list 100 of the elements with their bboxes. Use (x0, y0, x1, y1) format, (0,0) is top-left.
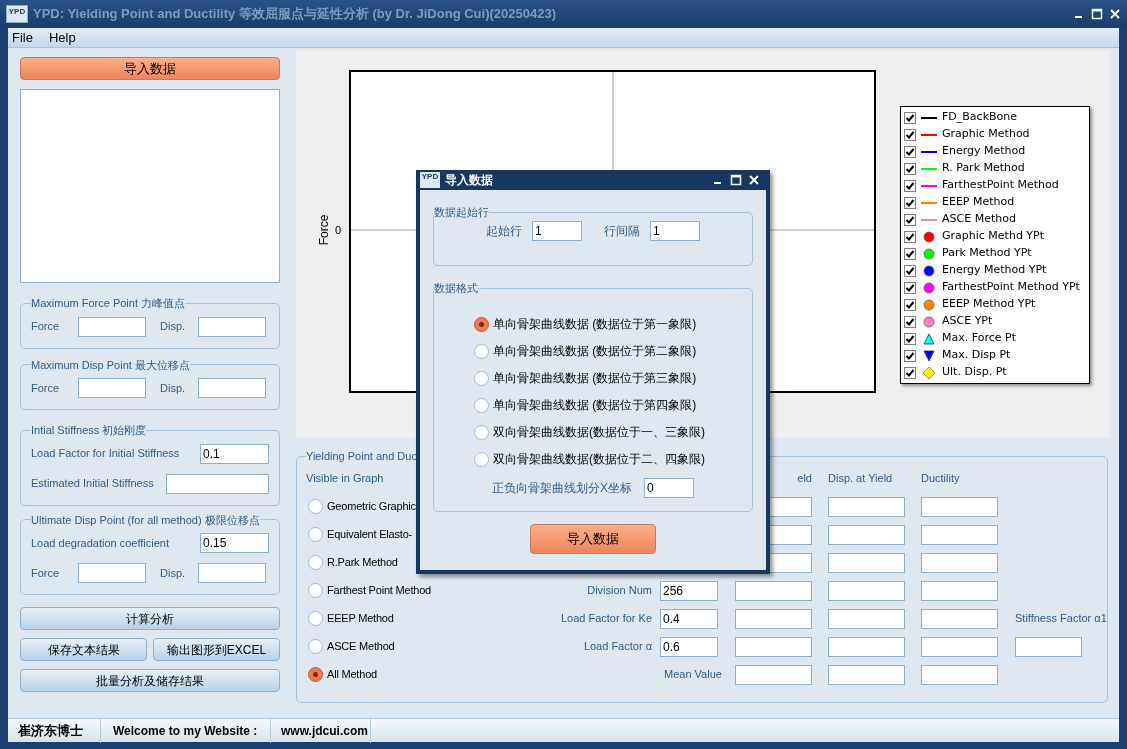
input-field[interactable] (735, 580, 812, 601)
option-label[interactable]: 单向骨架曲线数据 (数据位于第二象限) (493, 342, 697, 360)
group-title: Maximum Disp Point 最大位移点 (31, 357, 190, 373)
input-field[interactable] (921, 552, 998, 573)
field-label: Disp. (160, 380, 187, 396)
input-field[interactable] (735, 664, 812, 685)
input-field[interactable]: 1 (532, 220, 582, 241)
checkbox[interactable] (904, 196, 916, 209)
input-field[interactable] (828, 664, 905, 685)
option-label[interactable]: ASCE Method (327, 638, 395, 655)
input-field[interactable]: 1 (650, 220, 700, 241)
radio-button[interactable] (308, 527, 323, 542)
checkbox[interactable] (904, 162, 916, 175)
input-field[interactable] (198, 378, 266, 398)
menu-item[interactable]: Help (48, 27, 76, 48)
radio-button[interactable] (474, 424, 489, 440)
option-label[interactable]: Geometric Graphic (327, 498, 416, 515)
input-field[interactable] (78, 316, 146, 337)
radio-button[interactable] (474, 343, 489, 359)
checkbox[interactable] (904, 349, 916, 362)
option-label[interactable]: Equivalent Elasto- (327, 526, 413, 543)
radio-button[interactable] (474, 370, 489, 386)
radio-button[interactable] (308, 611, 323, 626)
input-field[interactable]: 0.15 (200, 533, 269, 553)
close-icon[interactable] (1109, 8, 1121, 20)
checkbox[interactable] (904, 247, 916, 260)
radio-button[interactable] (308, 583, 323, 598)
input-field[interactable] (828, 608, 905, 629)
input-field[interactable] (1015, 636, 1082, 657)
checkbox[interactable] (904, 315, 916, 328)
maximize-icon[interactable] (1091, 8, 1103, 20)
group-title: 数据起始行 (434, 205, 489, 220)
status-text: Welcome to my Website : (101, 718, 271, 743)
input-field[interactable] (921, 608, 998, 629)
input-field[interactable] (921, 524, 998, 545)
column-header: Disp. at Yield (828, 471, 894, 487)
radio-button[interactable] (308, 555, 323, 570)
checkbox[interactable] (904, 128, 916, 141)
option-label[interactable]: 单向骨架曲线数据 (数据位于第一象限) (493, 315, 697, 333)
radio-button[interactable] (308, 667, 323, 682)
option-label[interactable]: 单向骨架曲线数据 (数据位于第三象限) (493, 369, 697, 387)
checkbox[interactable] (904, 264, 916, 277)
legend-label: Energy Method YPt (942, 262, 1047, 279)
radio-button[interactable] (308, 639, 323, 654)
input-field[interactable] (78, 563, 146, 583)
input-field[interactable]: 0.6 (660, 636, 718, 657)
maximize-icon[interactable] (730, 174, 742, 186)
app-logo: YPD (6, 5, 28, 23)
radio-button[interactable] (308, 499, 323, 514)
input-field[interactable] (828, 580, 905, 601)
radio-button[interactable] (474, 451, 489, 467)
input-field[interactable] (828, 496, 905, 517)
radio-button[interactable] (474, 397, 489, 413)
checkbox[interactable] (904, 179, 916, 192)
checkbox[interactable] (904, 213, 916, 226)
axis-label: Force (317, 214, 331, 246)
input-field[interactable] (828, 552, 905, 573)
input-field[interactable] (921, 496, 998, 517)
option-label[interactable]: 单向骨架曲线数据 (数据位于第四象限) (493, 396, 697, 414)
checkbox[interactable] (904, 366, 916, 379)
input-field[interactable]: 0.1 (200, 443, 269, 464)
checkbox[interactable] (904, 111, 916, 124)
column-header: Ductility (921, 471, 961, 487)
checkbox[interactable] (904, 332, 916, 345)
option-label[interactable]: 双向骨架曲线数据(数据位于二、四象限) (493, 450, 705, 468)
field-label: Load Factor α (583, 639, 652, 655)
checkbox[interactable] (904, 230, 916, 243)
input-field[interactable] (735, 636, 812, 657)
checkbox[interactable] (904, 298, 916, 311)
menu-item[interactable]: File (12, 27, 33, 48)
input-field[interactable] (828, 636, 905, 657)
input-field[interactable] (198, 563, 266, 583)
input-field[interactable] (735, 608, 812, 629)
option-label[interactable]: All Method (327, 666, 377, 683)
option-label[interactable]: R.Park Method (327, 554, 398, 571)
import-data-button[interactable]: 导入数据 (20, 57, 280, 80)
action-button[interactable]: 批量分析及储存结果 (20, 669, 280, 692)
input-field[interactable] (166, 473, 269, 494)
legend-label: EEEP Method (942, 194, 1015, 211)
action-button[interactable]: 输出图形到EXCEL (153, 638, 280, 661)
checkbox[interactable] (904, 281, 916, 294)
input-field[interactable]: 0 (644, 477, 694, 498)
close-icon[interactable] (748, 174, 760, 186)
input-field[interactable] (921, 636, 998, 657)
input-field[interactable] (198, 316, 266, 337)
input-field[interactable] (828, 524, 905, 545)
legend-label: Ult. Disp. Pt (942, 364, 1007, 381)
action-button[interactable]: 计算分析 (20, 607, 280, 630)
input-field[interactable] (921, 580, 998, 601)
option-label[interactable]: 双向骨架曲线数据(数据位于一、三象限) (493, 423, 705, 441)
input-field[interactable]: 256 (660, 580, 718, 601)
option-label[interactable]: Farthest Point Method (327, 582, 432, 599)
input-field[interactable] (921, 664, 998, 685)
import-data-button[interactable]: 导入数据 (530, 523, 656, 554)
input-field[interactable] (78, 378, 146, 398)
checkbox[interactable] (904, 145, 916, 158)
input-field[interactable]: 0.4 (660, 608, 718, 629)
option-label[interactable]: EEEP Method (327, 610, 394, 627)
action-button[interactable]: 保存文本结果 (20, 638, 147, 661)
radio-button[interactable] (474, 316, 489, 332)
